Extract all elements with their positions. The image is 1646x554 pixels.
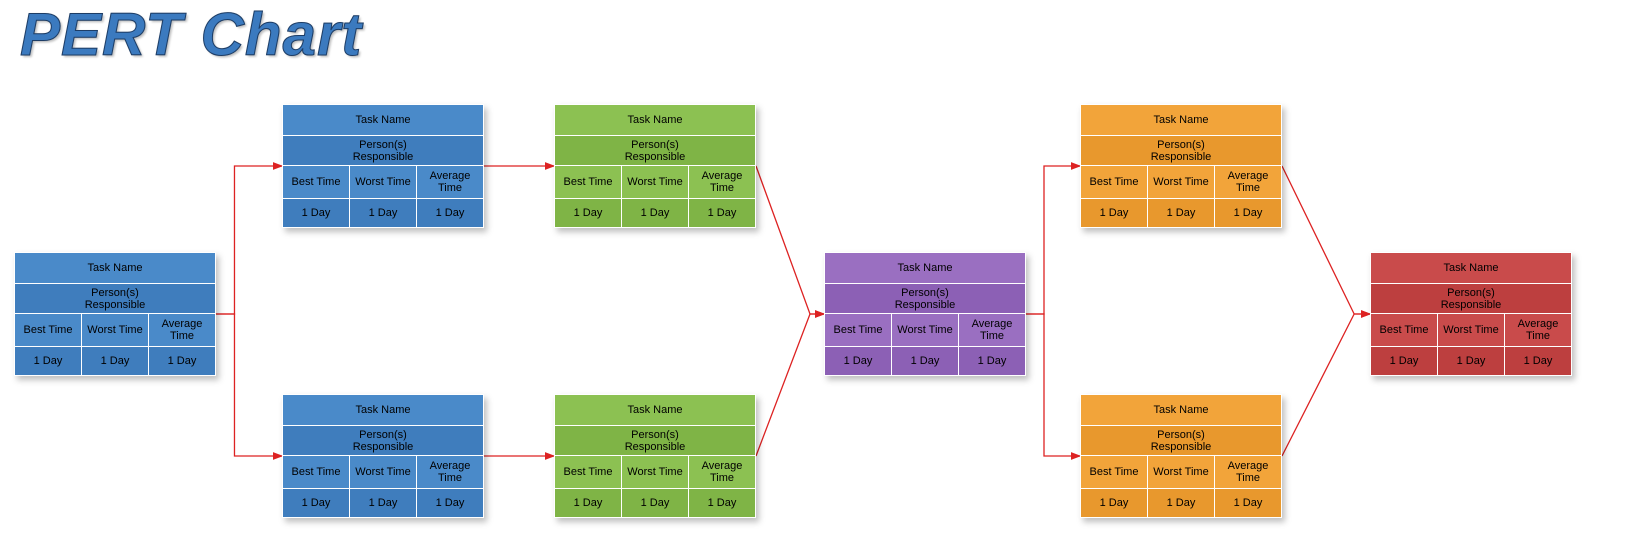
best-time-label: Best Time: [1081, 456, 1147, 488]
best-time-label: Best Time: [555, 456, 621, 488]
average-time-value: 1 Day: [1214, 489, 1281, 517]
diagram-canvas: Task NamePerson(s)ResponsibleBest TimeWo…: [0, 0, 1646, 554]
average-time-label: Average Time: [688, 166, 755, 198]
best-time-label: Best Time: [1081, 166, 1147, 198]
worst-time-label: Worst Time: [621, 456, 688, 488]
persons-responsible-label: Person(s)Responsible: [1081, 136, 1281, 165]
persons-responsible-label: Person(s)Responsible: [555, 136, 755, 165]
average-time-label: Average Time: [1214, 456, 1281, 488]
worst-time-label: Worst Time: [1437, 314, 1504, 346]
worst-time-value: 1 Day: [1437, 347, 1504, 375]
worst-time-label: Worst Time: [891, 314, 958, 346]
best-time-value: 1 Day: [283, 199, 349, 227]
worst-time-value: 1 Day: [891, 347, 958, 375]
average-time-value: 1 Day: [1214, 199, 1281, 227]
persons-responsible-label: Person(s)Responsible: [1371, 284, 1571, 313]
task-name-label: Task Name: [15, 253, 215, 283]
best-time-label: Best Time: [283, 166, 349, 198]
average-time-value: 1 Day: [148, 347, 215, 375]
average-time-value: 1 Day: [688, 199, 755, 227]
task-node-n7: Task NamePerson(s)ResponsibleBest TimeWo…: [1080, 104, 1282, 228]
task-node-n2: Task NamePerson(s)ResponsibleBest TimeWo…: [282, 104, 484, 228]
average-time-label: Average Time: [1214, 166, 1281, 198]
average-time-label: Average Time: [688, 456, 755, 488]
worst-time-value: 1 Day: [621, 199, 688, 227]
task-name-label: Task Name: [1371, 253, 1571, 283]
best-time-label: Best Time: [15, 314, 81, 346]
worst-time-label: Worst Time: [81, 314, 148, 346]
task-node-n4: Task NamePerson(s)ResponsibleBest TimeWo…: [554, 104, 756, 228]
task-node-n1: Task NamePerson(s)ResponsibleBest TimeWo…: [14, 252, 216, 376]
task-node-n5: Task NamePerson(s)ResponsibleBest TimeWo…: [554, 394, 756, 518]
task-node-n9: Task NamePerson(s)ResponsibleBest TimeWo…: [1370, 252, 1572, 376]
task-name-label: Task Name: [555, 105, 755, 135]
worst-time-label: Worst Time: [1147, 166, 1214, 198]
best-time-label: Best Time: [1371, 314, 1437, 346]
persons-responsible-label: Person(s)Responsible: [283, 136, 483, 165]
best-time-value: 1 Day: [15, 347, 81, 375]
worst-time-label: Worst Time: [1147, 456, 1214, 488]
task-node-n6: Task NamePerson(s)ResponsibleBest TimeWo…: [824, 252, 1026, 376]
best-time-value: 1 Day: [825, 347, 891, 375]
worst-time-value: 1 Day: [349, 489, 416, 517]
average-time-label: Average Time: [958, 314, 1025, 346]
task-name-label: Task Name: [283, 395, 483, 425]
best-time-value: 1 Day: [555, 489, 621, 517]
task-name-label: Task Name: [283, 105, 483, 135]
average-time-value: 1 Day: [416, 199, 483, 227]
task-name-label: Task Name: [1081, 395, 1281, 425]
persons-responsible-label: Person(s)Responsible: [283, 426, 483, 455]
average-time-label: Average Time: [148, 314, 215, 346]
task-node-n3: Task NamePerson(s)ResponsibleBest TimeWo…: [282, 394, 484, 518]
average-time-label: Average Time: [416, 456, 483, 488]
task-name-label: Task Name: [555, 395, 755, 425]
persons-responsible-label: Person(s)Responsible: [1081, 426, 1281, 455]
best-time-label: Best Time: [555, 166, 621, 198]
worst-time-value: 1 Day: [81, 347, 148, 375]
persons-responsible-label: Person(s)Responsible: [15, 284, 215, 313]
best-time-value: 1 Day: [1081, 199, 1147, 227]
average-time-value: 1 Day: [416, 489, 483, 517]
best-time-value: 1 Day: [1081, 489, 1147, 517]
worst-time-value: 1 Day: [621, 489, 688, 517]
worst-time-label: Worst Time: [621, 166, 688, 198]
worst-time-value: 1 Day: [1147, 489, 1214, 517]
worst-time-label: Worst Time: [349, 166, 416, 198]
average-time-label: Average Time: [416, 166, 483, 198]
best-time-label: Best Time: [825, 314, 891, 346]
persons-responsible-label: Person(s)Responsible: [825, 284, 1025, 313]
task-node-n8: Task NamePerson(s)ResponsibleBest TimeWo…: [1080, 394, 1282, 518]
persons-responsible-label: Person(s)Responsible: [555, 426, 755, 455]
task-name-label: Task Name: [825, 253, 1025, 283]
worst-time-value: 1 Day: [1147, 199, 1214, 227]
average-time-value: 1 Day: [958, 347, 1025, 375]
worst-time-label: Worst Time: [349, 456, 416, 488]
worst-time-value: 1 Day: [349, 199, 416, 227]
task-name-label: Task Name: [1081, 105, 1281, 135]
average-time-label: Average Time: [1504, 314, 1571, 346]
best-time-label: Best Time: [283, 456, 349, 488]
best-time-value: 1 Day: [555, 199, 621, 227]
best-time-value: 1 Day: [1371, 347, 1437, 375]
best-time-value: 1 Day: [283, 489, 349, 517]
average-time-value: 1 Day: [688, 489, 755, 517]
average-time-value: 1 Day: [1504, 347, 1571, 375]
